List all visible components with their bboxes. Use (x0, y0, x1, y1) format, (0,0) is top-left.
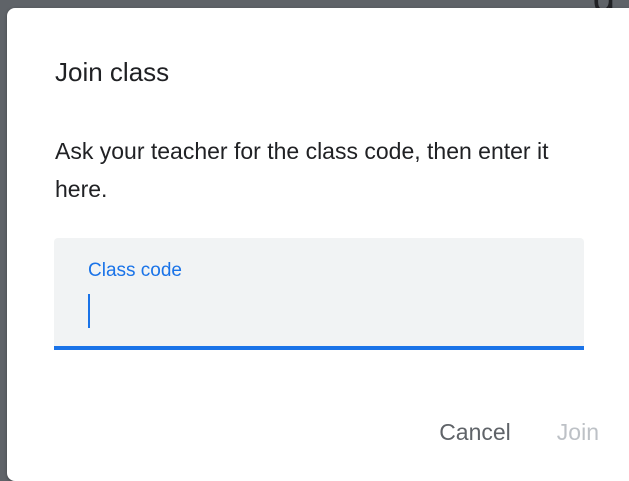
dialog-title: Join class (55, 57, 170, 87)
cancel-button[interactable]: Cancel (439, 413, 511, 452)
dialog-actions: Cancel Join (439, 412, 599, 452)
join-button[interactable]: Join (557, 413, 599, 452)
class-code-label: Class code (88, 260, 182, 281)
dialog-instructions: Ask your teacher for the class code, the… (55, 138, 549, 202)
join-class-dialog: Join class Ask your teacher for the clas… (7, 8, 629, 481)
class-code-input[interactable] (84, 290, 564, 334)
class-code-field[interactable]: Class code (54, 238, 584, 350)
